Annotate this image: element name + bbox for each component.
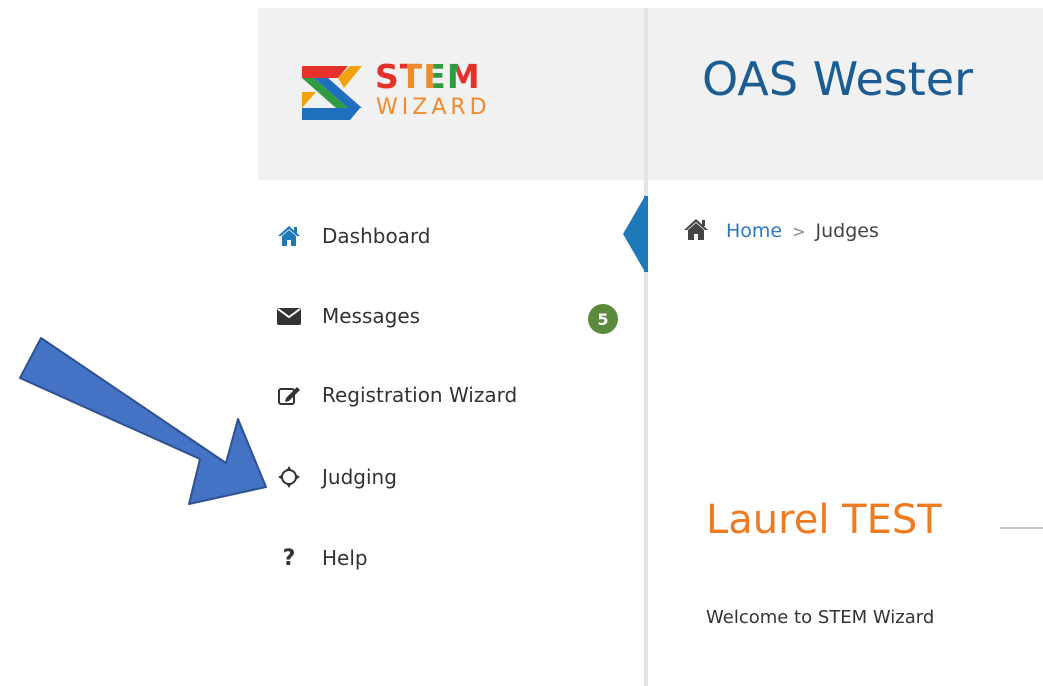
sidebar-item-registration-wizard[interactable]: Registration Wizard — [276, 375, 616, 415]
annotation-arrow-icon — [19, 337, 267, 505]
logo-wizard-text: WIZARD — [376, 95, 491, 120]
sidebar-item-label: Messages — [322, 304, 421, 328]
stem-wizard-logo-icon — [302, 66, 362, 120]
sidebar-item-label: Registration Wizard — [322, 383, 518, 407]
question-icon: ? — [282, 545, 296, 571]
breadcrumb: Home > Judges — [682, 214, 879, 248]
breadcrumb-home-link[interactable]: Home — [726, 220, 782, 242]
sidebar-item-label: Dashboard — [322, 224, 431, 248]
sidebar-item-label: Help — [322, 546, 368, 570]
sidebar-item-messages[interactable]: Messages — [276, 296, 616, 336]
messages-count-badge: 5 — [588, 304, 618, 334]
sidebar-item-judging[interactable]: Judging — [276, 457, 616, 497]
sidebar-divider — [644, 8, 648, 686]
welcome-text: Welcome to STEM Wizard — [706, 607, 935, 628]
breadcrumb-home-icon[interactable] — [682, 217, 710, 246]
breadcrumb-separator: > — [792, 221, 806, 241]
user-name-heading: Laurel TEST — [706, 497, 942, 543]
sidebar-item-help[interactable]: ? Help — [276, 538, 616, 578]
page-header-title: OAS Wester — [702, 52, 973, 106]
breadcrumb-current: Judges — [815, 220, 879, 242]
logo-stem-text: STEM — [375, 60, 481, 93]
sidebar-item-label: Judging — [322, 465, 397, 489]
page: STEM WIZARD OAS Wester Dashboard Message… — [0, 0, 1043, 686]
sidebar-item-dashboard[interactable]: Dashboard — [276, 216, 616, 256]
heading-rule — [1000, 527, 1043, 529]
logo-area: STEM WIZARD — [258, 8, 644, 180]
active-item-bar — [644, 196, 648, 272]
active-item-indicator — [623, 196, 645, 272]
logo-stem-label: STEM — [375, 57, 481, 96]
